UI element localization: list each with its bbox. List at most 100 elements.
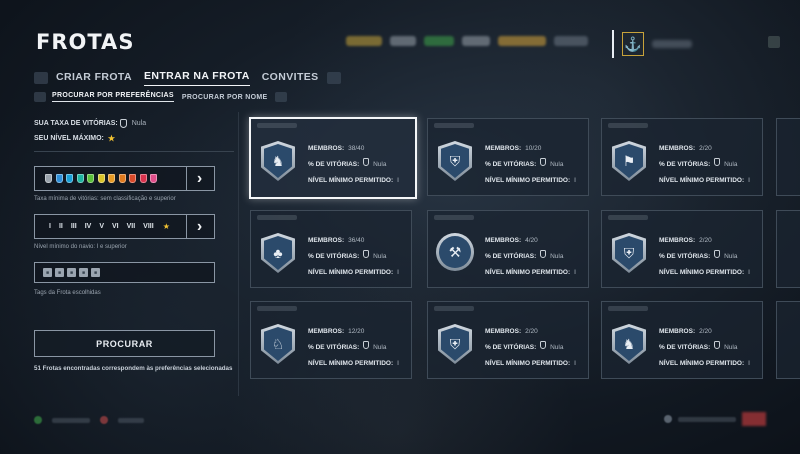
emblem-glyph: ♞ [264, 144, 292, 178]
fleet-card[interactable]: ⚑ MEMBROS: 2/20 % DE VITÓRIAS: Nula NÍVEL… [601, 118, 763, 196]
player-area[interactable]: ⚓ [612, 30, 692, 58]
tier-option[interactable]: II [59, 223, 63, 230]
fleet-card[interactable]: ♣ MEMBROS: 36/40 % DE VITÓRIAS: Nula NÍVE… [250, 210, 412, 288]
fleet-card[interactable]: ⛨ MEMBROS: 2/20 % DE VITÓRIAS: Nula NÍVEL… [601, 210, 763, 288]
menu-button[interactable] [768, 36, 780, 48]
members-row: MEMBROS: 36/40 [308, 233, 399, 249]
win-rate-filter[interactable]: › [34, 166, 215, 191]
tag-slot[interactable]: ■ [67, 268, 76, 277]
fleet-card[interactable]: ⛨ MEMBROS: 10/20 % DE VITÓRIAS: Nula NÍVE… [427, 118, 589, 196]
fleet-name [608, 306, 648, 311]
tab-prev-icon[interactable] [34, 72, 48, 84]
win-rate-swatch[interactable] [66, 174, 73, 183]
winrate-label: % DE VITÓRIAS: [485, 253, 537, 260]
fleet-card-partial[interactable] [776, 301, 800, 379]
min-level-label: NÍVEL MÍNIMO PERMITIDO: [659, 360, 745, 367]
members-label: MEMBROS: [308, 237, 345, 244]
win-rate-swatch[interactable] [97, 174, 105, 183]
tag-slot[interactable]: ■ [43, 268, 52, 277]
members-row: MEMBROS: 38/40 [308, 141, 399, 157]
emblem-glyph: ♞ [615, 327, 643, 361]
resource-chip [462, 36, 490, 46]
winrate-row: % DE VITÓRIAS: Nula [485, 340, 576, 356]
winrate-row: % DE VITÓRIAS: Nula [308, 157, 399, 173]
resource-chip [498, 36, 546, 46]
tier-option[interactable]: III [71, 223, 77, 230]
tag-slot[interactable]: ■ [91, 268, 100, 277]
win-rate-swatch[interactable] [139, 174, 147, 183]
shield-icon [714, 341, 721, 349]
win-rate-swatch[interactable] [150, 174, 157, 183]
tier-option[interactable]: VIII [143, 223, 154, 230]
tier-option[interactable]: IV [85, 223, 92, 230]
winrate-row: % DE VITÓRIAS: Nula [659, 249, 750, 265]
min-level-value: I [748, 177, 750, 184]
tags-filter[interactable]: ■ ■ ■ ■ ■ [34, 262, 215, 283]
fleet-info: MEMBROS: 36/40 % DE VITÓRIAS: Nula NÍVEL … [308, 233, 399, 281]
emblem-glyph: ⚒ [439, 236, 471, 268]
fleet-card[interactable]: ⛨ MEMBROS: 2/20 % DE VITÓRIAS: Nula NÍVEL… [427, 301, 589, 379]
resource-chip [554, 36, 588, 46]
shield-icon [714, 250, 721, 258]
winrate-value: Nula [724, 253, 738, 260]
fleet-card[interactable]: ♞ MEMBROS: 38/40 % DE VITÓRIAS: Nula NÍVE… [249, 117, 417, 199]
fleet-card[interactable]: ♞ MEMBROS: 2/20 % DE VITÓRIAS: Nula NÍVEL… [601, 301, 763, 379]
winrate-value: Nula [550, 344, 564, 351]
fleet-card[interactable]: ⚒ MEMBROS: 4/20 % DE VITÓRIAS: Nula NÍVEL… [427, 210, 589, 288]
members-label: MEMBROS: [659, 328, 696, 335]
tag-slot[interactable]: ■ [79, 268, 88, 277]
winrate-value: Nula [724, 344, 738, 351]
win-rate-value: Nula [131, 120, 147, 127]
fleet-card-partial[interactable] [776, 210, 800, 288]
win-rate-swatch[interactable] [87, 174, 94, 183]
winrate-row: % DE VITÓRIAS: Nula [659, 340, 750, 356]
divider [34, 151, 234, 152]
tier-filter-caption: Nível mínimo do navio: I e superior [34, 244, 127, 250]
shield-icon [540, 341, 547, 349]
fleet-info: MEMBROS: 2/20 % DE VITÓRIAS: Nula NÍVEL M… [485, 324, 576, 372]
shield-icon [363, 250, 370, 258]
fleet-card[interactable]: ♘ MEMBROS: 12/20 % DE VITÓRIAS: Nula NÍVE… [250, 301, 412, 379]
win-rate-swatch[interactable] [45, 174, 52, 183]
win-rate-swatch[interactable] [129, 174, 136, 183]
tag-slot[interactable]: ■ [55, 268, 64, 277]
fleet-info: MEMBROS: 2/20 % DE VITÓRIAS: Nula NÍVEL M… [659, 233, 750, 281]
tab-invites[interactable]: CONVITES [262, 71, 319, 86]
winrate-value: Nula [373, 344, 387, 351]
min-level-label: NÍVEL MÍNIMO PERMITIDO: [659, 269, 745, 276]
win-rate-swatch[interactable] [108, 174, 115, 183]
win-rate-filter-caption: Taxa mínima de vitórias: sem classificaç… [34, 196, 176, 202]
subtab-next-icon[interactable] [275, 92, 288, 102]
subtab-by-preferences[interactable]: PROCURAR POR PREFERÊNCIAS [52, 92, 174, 102]
chevron-right-icon[interactable]: › [186, 215, 212, 238]
winrate-label: % DE VITÓRIAS: [308, 344, 360, 351]
tier-filter[interactable]: I II III IV V VI VII VIII ★ › [34, 214, 215, 239]
fleet-name [257, 123, 297, 128]
subtab-by-name[interactable]: PROCURAR POR NOME [182, 94, 268, 101]
min-level-value: I [397, 269, 399, 276]
win-rate-swatch[interactable] [55, 174, 63, 183]
tier-option[interactable]: I [49, 223, 51, 230]
members-value: 36/40 [348, 237, 365, 244]
tier-option[interactable]: VII [127, 223, 136, 230]
min-level-value: I [574, 269, 576, 276]
tags-caption: Tags da Frota escolhidas [34, 290, 101, 296]
tab-join-fleet[interactable]: ENTRAR NA FROTA [143, 70, 250, 86]
min-level-row: NÍVEL MÍNIMO PERMITIDO: I [659, 356, 750, 372]
subtab-prev-icon[interactable] [34, 92, 46, 102]
fleet-card-partial[interactable] [776, 118, 800, 196]
winrate-label: % DE VITÓRIAS: [659, 344, 711, 351]
notification-icon[interactable] [742, 412, 766, 426]
search-button[interactable]: PROCURAR [34, 330, 215, 357]
hint-text [52, 417, 90, 423]
win-rate-swatch[interactable] [118, 174, 126, 183]
chevron-right-icon[interactable]: › [186, 167, 212, 190]
tab-create-fleet[interactable]: CRIAR FROTA [56, 71, 132, 86]
emblem-glyph: ⛨ [441, 327, 469, 361]
tier-option[interactable]: VI [112, 223, 119, 230]
members-label: MEMBROS: [308, 145, 345, 152]
tier-option[interactable]: V [99, 223, 104, 230]
win-rate-swatch[interactable] [76, 174, 84, 183]
tab-next-icon[interactable] [326, 72, 341, 84]
members-value: 2/20 [699, 237, 712, 244]
